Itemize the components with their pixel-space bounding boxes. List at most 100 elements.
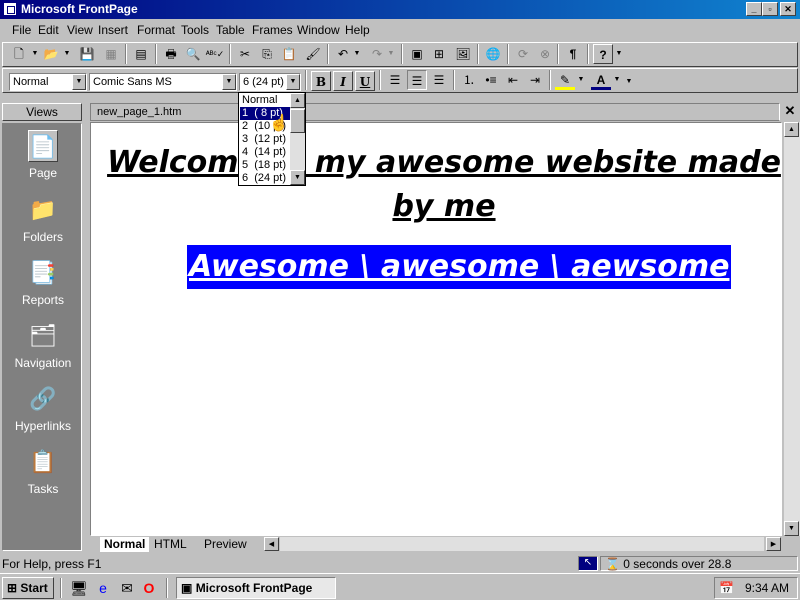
- scroll-down-icon[interactable]: ▼: [290, 170, 305, 185]
- insert-component-icon[interactable]: ▣: [407, 44, 427, 64]
- open-dropdown-icon[interactable]: ▼: [63, 50, 71, 57]
- bullets-icon[interactable]: •≡: [481, 70, 501, 90]
- folder-list-icon[interactable]: ▤: [131, 44, 151, 64]
- view-page[interactable]: 📄 Page: [3, 130, 83, 180]
- underline-button[interactable]: U: [355, 71, 375, 91]
- menu-frames[interactable]: Frames: [252, 23, 293, 37]
- menu-tools[interactable]: Tools: [181, 23, 209, 37]
- decrease-indent-icon[interactable]: ⇤: [503, 70, 523, 90]
- chevron-down-icon[interactable]: ▼: [72, 74, 86, 90]
- bold-button[interactable]: B: [311, 71, 331, 91]
- page-editor[interactable]: Welcome to my awesome website made by me…: [90, 122, 782, 536]
- menu-format[interactable]: Format: [137, 23, 175, 37]
- chevron-down-icon[interactable]: ▼: [222, 74, 236, 90]
- outlook-icon[interactable]: ✉: [118, 579, 136, 597]
- view-reports[interactable]: 📑 Reports: [3, 257, 83, 307]
- toolbar-separator: [477, 44, 479, 64]
- increase-indent-icon[interactable]: ⇥: [525, 70, 545, 90]
- cut-icon[interactable]: ✂: [235, 44, 255, 64]
- align-right-icon[interactable]: ☰: [429, 70, 449, 90]
- frontpage-icon[interactable]: [3, 2, 17, 16]
- font-size-select[interactable]: 6 (24 pt) ▼: [239, 73, 301, 91]
- scroll-up-icon[interactable]: ▲: [290, 93, 305, 108]
- scroll-down-icon[interactable]: ▼: [784, 521, 799, 536]
- undo-icon[interactable]: ↶: [333, 44, 353, 64]
- font-size-option[interactable]: 4 (14 pt): [240, 146, 292, 159]
- minimize-button[interactable]: _: [746, 2, 762, 16]
- font-size-option[interactable]: 3 (12 pt): [240, 133, 292, 146]
- menu-view[interactable]: View: [67, 23, 93, 37]
- publish-icon[interactable]: ▦: [101, 44, 121, 64]
- paste-icon[interactable]: 📋: [279, 44, 299, 64]
- font-color-dropdown-icon[interactable]: ▼: [613, 76, 621, 83]
- spelling-icon[interactable]: ᴬᴮᶜ✓: [205, 44, 225, 64]
- new-page-icon[interactable]: 🗋: [9, 44, 29, 64]
- toolbar-options-icon[interactable]: ▼: [625, 78, 633, 85]
- selected-banner-text[interactable]: Awesome \ awesome \ aewsome: [187, 245, 732, 289]
- print-preview-icon[interactable]: 🔍: [183, 44, 203, 64]
- open-folder-icon[interactable]: 📂: [41, 44, 61, 64]
- tab-normal[interactable]: Normal: [100, 537, 150, 552]
- scroll-right-icon[interactable]: ▶: [766, 537, 781, 551]
- new-dropdown-icon[interactable]: ▼: [31, 50, 39, 57]
- scroll-up-icon[interactable]: ▲: [784, 122, 799, 137]
- redo-icon[interactable]: ↷: [367, 44, 387, 64]
- internet-explorer-icon[interactable]: e: [94, 579, 112, 597]
- redo-dropdown-icon[interactable]: ▼: [387, 50, 395, 57]
- style-select[interactable]: Normal ▼: [9, 73, 87, 91]
- scheduler-icon[interactable]: 📅: [719, 578, 734, 598]
- clock[interactable]: 9:34 AM: [745, 578, 789, 598]
- stop-icon[interactable]: ⊗: [535, 44, 555, 64]
- italic-button[interactable]: I: [333, 71, 353, 91]
- tab-preview[interactable]: Preview: [204, 537, 247, 552]
- refresh-icon[interactable]: ⟳: [513, 44, 533, 64]
- align-center-icon[interactable]: ☰: [407, 70, 427, 90]
- taskbar-frontpage-button[interactable]: ▣ Microsoft FrontPage: [176, 577, 336, 599]
- dropdown-scrollbar[interactable]: ▲ ▼: [290, 93, 305, 185]
- document-tab[interactable]: new_page_1.htm: [90, 103, 780, 121]
- view-navigation[interactable]: 🗂 Navigation: [3, 320, 83, 370]
- scroll-thumb[interactable]: [290, 109, 305, 133]
- close-document-icon[interactable]: ✕: [782, 103, 798, 119]
- close-button[interactable]: ✕: [780, 2, 796, 16]
- print-icon[interactable]: 🖶: [161, 44, 181, 64]
- menu-file[interactable]: File: [12, 23, 31, 37]
- hyperlink-icon[interactable]: 🌐: [483, 44, 503, 64]
- view-folders[interactable]: 📁 Folders: [3, 194, 83, 244]
- tab-html[interactable]: HTML: [154, 537, 187, 552]
- insert-picture-icon[interactable]: 🖼: [453, 44, 473, 64]
- undo-dropdown-icon[interactable]: ▼: [353, 50, 361, 57]
- menu-help[interactable]: Help: [345, 23, 370, 37]
- opera-icon[interactable]: O: [140, 579, 158, 597]
- editor-vertical-scrollbar[interactable]: ▲ ▼: [784, 122, 800, 536]
- insert-table-icon[interactable]: ⊞: [429, 44, 449, 64]
- highlight-icon[interactable]: ✎: [555, 70, 575, 90]
- menu-insert[interactable]: Insert: [98, 23, 128, 37]
- show-all-icon[interactable]: ¶: [563, 44, 583, 64]
- scroll-left-icon[interactable]: ◀: [264, 537, 279, 551]
- numbering-icon[interactable]: ⒈: [459, 70, 479, 90]
- horizontal-scrollbar-track[interactable]: [280, 537, 764, 551]
- menu-window[interactable]: Window: [297, 23, 340, 37]
- menu-table[interactable]: Table: [216, 23, 245, 37]
- copy-icon[interactable]: ⎘: [257, 44, 277, 64]
- align-left-icon[interactable]: ☰: [385, 70, 405, 90]
- maximize-button[interactable]: ▫: [762, 2, 778, 16]
- view-hyperlinks[interactable]: 🔗 Hyperlinks: [3, 383, 83, 433]
- help-icon[interactable]: ?: [593, 44, 613, 64]
- view-tasks[interactable]: 📋 Tasks: [3, 446, 83, 496]
- format-painter-icon[interactable]: 🖌: [303, 44, 323, 64]
- start-button[interactable]: ⊞ Start: [2, 577, 54, 599]
- font-select[interactable]: Comic Sans MS ▼: [89, 73, 237, 91]
- font-size-option[interactable]: 6 (24 pt): [240, 172, 292, 185]
- save-icon[interactable]: 💾: [77, 44, 97, 64]
- menu-edit[interactable]: Edit: [38, 23, 59, 37]
- chevron-down-icon[interactable]: ▼: [286, 74, 300, 90]
- highlight-dropdown-icon[interactable]: ▼: [577, 76, 585, 83]
- desktop-icon[interactable]: 🖥: [70, 579, 88, 597]
- font-size-option[interactable]: Normal: [240, 94, 292, 107]
- page-heading[interactable]: Welcome to my awesome website made by me: [105, 141, 783, 229]
- help-dropdown-icon[interactable]: ▼: [615, 50, 623, 57]
- font-size-option[interactable]: 5 (18 pt): [240, 159, 292, 172]
- font-color-icon[interactable]: A: [591, 70, 611, 90]
